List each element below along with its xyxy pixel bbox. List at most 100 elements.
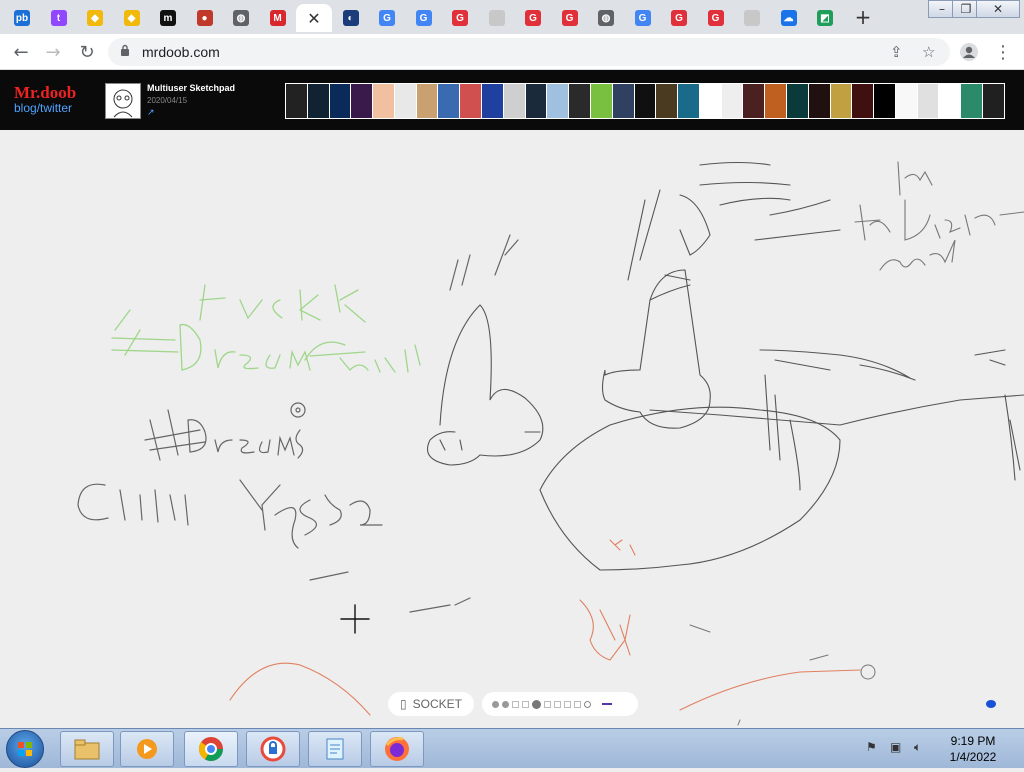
brush-size-medium[interactable] (502, 701, 509, 708)
brush-size-small[interactable] (492, 701, 499, 708)
browser-tab[interactable]: G (406, 4, 442, 32)
project-thumbnail[interactable] (417, 84, 438, 118)
browser-tab[interactable]: ◍ (588, 4, 624, 32)
project-thumbnail[interactable] (547, 84, 568, 118)
browser-tab[interactable]: G (698, 4, 734, 32)
chat-bubble-icon[interactable] (986, 700, 996, 708)
project-thumbnail[interactable] (656, 84, 677, 118)
project-thumbnail[interactable] (569, 84, 590, 118)
back-arrow-icon[interactable]: ← (8, 40, 34, 64)
taskbar-media-player[interactable] (120, 731, 174, 767)
browser-tab[interactable]: G (515, 4, 551, 32)
project-thumbnail[interactable] (395, 84, 416, 118)
post-thumbnail[interactable] (105, 83, 141, 119)
project-thumbnail[interactable] (678, 84, 699, 118)
project-thumbnail[interactable] (504, 84, 525, 118)
browser-tab[interactable]: t (41, 4, 77, 32)
tray-network-icon[interactable]: ▣ (890, 740, 906, 756)
browser-tab[interactable]: ◆ (77, 4, 113, 32)
browser-tab[interactable]: ● (187, 4, 223, 32)
window-close-button[interactable]: ✕ (976, 0, 1020, 18)
browser-tab[interactable]: G (625, 4, 661, 32)
external-link-icon[interactable]: ↗ (147, 108, 155, 118)
browser-tab[interactable] (734, 4, 770, 32)
close-icon[interactable]: ✕ (307, 9, 320, 28)
project-thumbnail[interactable] (983, 84, 1004, 118)
bookmark-star-icon[interactable]: ☆ (922, 43, 935, 61)
browser-tab[interactable]: ◐ (333, 4, 369, 32)
brush-option[interactable] (544, 701, 551, 708)
browser-tab[interactable] (479, 4, 515, 32)
project-thumbnail[interactable] (613, 84, 634, 118)
socket-button[interactable]: ▯ SOCKET (388, 692, 474, 716)
project-thumbnail[interactable] (722, 84, 743, 118)
tray-volume-icon[interactable]: 🔈︎ (914, 740, 930, 756)
project-thumbnail[interactable] (918, 84, 939, 118)
project-thumbnail[interactable] (635, 84, 656, 118)
zoom-out-icon[interactable] (602, 703, 612, 705)
menu-kebab-icon[interactable]: ⋮ (990, 40, 1016, 64)
browser-tab[interactable]: G (369, 4, 405, 32)
project-thumbnail[interactable] (351, 84, 372, 118)
taskbar-vpn[interactable] (246, 731, 300, 767)
browser-tab[interactable]: ◩ (807, 4, 843, 32)
project-thumbnail[interactable] (961, 84, 982, 118)
browser-tab[interactable]: G (552, 4, 588, 32)
project-thumbnail[interactable] (373, 84, 394, 118)
brush-option[interactable] (512, 701, 519, 708)
system-clock[interactable]: 9:19 PM 1/4/2022 (935, 733, 1011, 765)
browser-tab[interactable]: ☁ (771, 4, 807, 32)
green-scribble (112, 285, 420, 372)
project-thumbnail[interactable] (460, 84, 481, 118)
project-thumbnail[interactable] (308, 84, 329, 118)
project-thumbnail[interactable] (809, 84, 830, 118)
browser-tab[interactable]: ◆ (114, 4, 150, 32)
post-title[interactable]: Multiuser Sketchpad (147, 83, 235, 93)
tray-flag-icon[interactable]: ⚑ (866, 740, 882, 756)
site-logo[interactable]: Mr.doob blog/twitter (14, 84, 76, 115)
project-thumbnail[interactable] (526, 84, 547, 118)
browser-tab[interactable]: M (260, 4, 296, 32)
start-button[interactable] (6, 730, 44, 768)
project-thumbnail[interactable] (896, 84, 917, 118)
browser-tab[interactable]: G (661, 4, 697, 32)
project-thumbnail[interactable] (831, 84, 852, 118)
project-thumbnail[interactable] (438, 84, 459, 118)
brush-option[interactable] (574, 701, 581, 708)
brush-option[interactable] (554, 701, 561, 708)
sketch-canvas[interactable] (0, 130, 1024, 728)
taskbar-firefox[interactable] (370, 731, 424, 767)
logo-title[interactable]: Mr.doob (14, 84, 76, 102)
project-thumbnail[interactable] (852, 84, 873, 118)
project-thumbnail[interactable] (743, 84, 764, 118)
project-thumbnail[interactable] (330, 84, 351, 118)
browser-tab[interactable]: ✕ (296, 4, 332, 32)
taskbar-chrome[interactable] (184, 731, 238, 767)
forward-arrow-icon[interactable]: → (40, 40, 66, 64)
project-thumbnail[interactable] (286, 84, 307, 118)
project-thumbnail[interactable] (482, 84, 503, 118)
share-icon[interactable]: ⇪ (890, 43, 903, 61)
project-thumbnail[interactable] (874, 84, 895, 118)
taskbar-notepad[interactable] (308, 731, 362, 767)
browser-tab[interactable]: G (442, 4, 478, 32)
logo-subtitle[interactable]: blog/twitter (14, 102, 76, 115)
profile-avatar-icon[interactable] (956, 40, 982, 64)
eraser-option[interactable] (584, 701, 591, 708)
address-bar[interactable]: mrdoob.com ⇪ ☆ (108, 38, 950, 66)
browser-tab[interactable]: pb (4, 4, 40, 32)
project-thumbnail[interactable] (765, 84, 786, 118)
new-tab-button[interactable]: + (852, 6, 874, 28)
project-thumbnail[interactable] (700, 84, 721, 118)
taskbar-explorer[interactable] (60, 731, 114, 767)
brush-size-large[interactable] (532, 700, 541, 709)
brush-option[interactable] (564, 701, 571, 708)
browser-tab[interactable]: ◍ (223, 4, 259, 32)
chrome-icon (197, 735, 225, 763)
reload-icon[interactable]: ↻ (74, 40, 100, 64)
project-thumbnail[interactable] (939, 84, 960, 118)
brush-option[interactable] (522, 701, 529, 708)
project-thumbnail[interactable] (787, 84, 808, 118)
project-thumbnail[interactable] (591, 84, 612, 118)
browser-tab[interactable]: m (150, 4, 186, 32)
